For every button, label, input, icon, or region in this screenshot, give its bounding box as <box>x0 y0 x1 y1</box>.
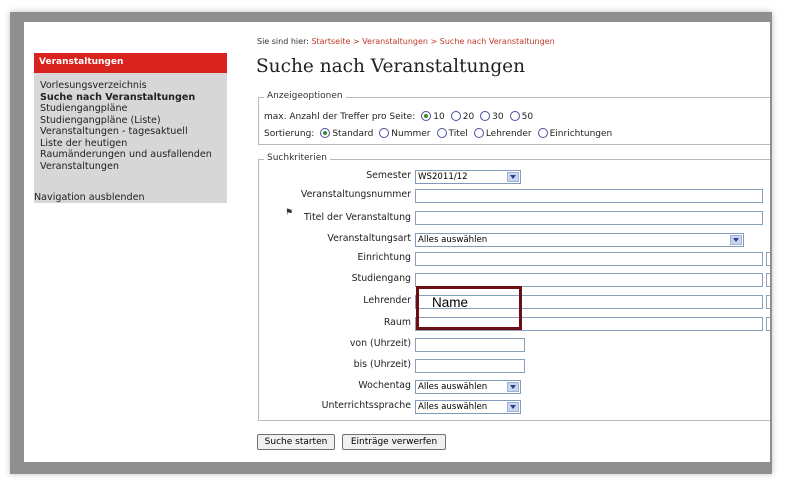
breadcrumb-veranstaltungen[interactable]: Veranstaltungen <box>362 37 428 46</box>
sidebar-item-raumaenderungen-1[interactable]: Liste der heutigen <box>40 138 226 150</box>
breadcrumb-suche[interactable]: Suche nach Veranstaltungen <box>440 37 555 46</box>
display-options-legend: Anzeigeoptionen <box>264 91 346 101</box>
language-value: Alles auswählen <box>418 402 488 412</box>
sort-option-lehrender: Lehrender <box>485 129 532 139</box>
hits-radio-10[interactable] <box>421 111 432 121</box>
program-input[interactable] <box>415 273 763 287</box>
program-picker-button[interactable] <box>766 273 770 287</box>
sort-radio-nummer[interactable] <box>379 128 390 138</box>
name-annotation-box: Name <box>416 286 522 330</box>
number-input[interactable] <box>415 189 763 203</box>
institution-label: Einrichtung <box>357 252 411 263</box>
sort-radio-lehrender[interactable] <box>473 128 484 138</box>
search-button[interactable]: Suche starten <box>257 434 335 450</box>
program-label: Studiengang <box>351 273 411 284</box>
sidebar-item-tagesaktuell[interactable]: Veranstaltungen - tagesaktuell <box>40 126 226 138</box>
institution-input[interactable] <box>415 252 763 266</box>
sort-option-einrichtungen: Einrichtungen <box>549 129 613 139</box>
type-label: Veranstaltungsart <box>327 233 411 244</box>
sort-row: Sortierung: Standard Nummer Titel Lehrender E… <box>264 128 612 139</box>
chevron-down-icon <box>730 235 742 245</box>
breadcrumb-prefix: Sie sind hier: <box>257 37 309 46</box>
sidebar-item-vorlesungsverzeichnis[interactable]: Vorlesungsverzeichnis <box>40 80 226 92</box>
chevron-down-icon <box>507 402 519 412</box>
room-picker-button[interactable] <box>766 317 770 331</box>
language-label: Unterrichtssprache <box>321 400 411 411</box>
semester-value: WS2011/12 <box>418 172 468 182</box>
to-time-label: bis (Uhrzeit) <box>353 359 411 370</box>
sort-label: Sortierung: <box>264 129 315 139</box>
hits-radio-50[interactable] <box>509 111 520 121</box>
sidebar-header[interactable]: Veranstaltungen <box>34 53 227 73</box>
hits-option-30: 30 <box>492 112 504 122</box>
page-title: Suche nach Veranstaltungen <box>256 56 526 77</box>
weekday-select[interactable]: Alles auswählen <box>415 380 521 394</box>
name-annotation-text: Name <box>432 295 469 310</box>
hits-radio-30[interactable] <box>480 111 491 121</box>
hits-radio-20[interactable] <box>450 111 461 121</box>
from-time-label: von (Uhrzeit) <box>349 338 411 349</box>
from-time-input[interactable] <box>415 338 525 352</box>
lecturer-picker-button[interactable] <box>766 295 770 309</box>
semester-select[interactable]: WS2011/12 <box>415 170 521 184</box>
sidebar-item-raumaenderungen-3[interactable]: Veranstaltungen <box>40 161 226 173</box>
sort-radio-einrichtungen[interactable] <box>537 128 548 138</box>
chevron-down-icon <box>507 382 519 392</box>
breadcrumb-sep-1: > <box>352 37 360 46</box>
hits-option-50: 50 <box>521 112 534 122</box>
semester-label: Semester <box>366 170 411 181</box>
sort-radio-standard[interactable] <box>320 128 331 138</box>
hits-option-20: 20 <box>462 112 475 122</box>
sidebar-item-studiengangplaene[interactable]: Studiengangpläne <box>40 103 226 115</box>
lecturer-label: Lehrender <box>363 295 411 306</box>
sidebar-item-suche[interactable]: Suche nach Veranstaltungen <box>40 92 226 104</box>
breadcrumb-sep-2: > <box>430 37 438 46</box>
sort-option-titel: Titel <box>448 129 468 139</box>
title-input[interactable] <box>415 211 763 225</box>
language-select[interactable]: Alles auswählen <box>415 400 521 414</box>
weekday-label: Wochentag <box>358 380 411 391</box>
sort-option-nummer: Nummer <box>391 129 431 139</box>
room-label: Raum <box>383 317 411 328</box>
type-value: Alles auswählen <box>418 235 488 245</box>
type-select[interactable]: Alles auswählen <box>415 233 744 247</box>
sidebar: Veranstaltungen Vorlesungsverzeichnis Su… <box>34 53 227 203</box>
breadcrumb: Sie sind hier: Startseite > Veranstaltun… <box>257 37 555 46</box>
sidebar-item-studiengangplaene-liste[interactable]: Studiengangpläne (Liste) <box>40 115 226 127</box>
hits-row: max. Anzahl der Treffer pro Seite: 10 20 30… <box>264 111 533 122</box>
sidebar-item-raumaenderungen-2[interactable]: Raumänderungen und ausfallenden <box>40 149 226 161</box>
title-label: Titel der Veranstaltung <box>303 212 411 223</box>
browser-page: Veranstaltungen Vorlesungsverzeichnis Su… <box>24 22 770 462</box>
chevron-down-icon <box>507 172 519 182</box>
sort-radio-titel[interactable] <box>436 128 447 138</box>
to-time-input[interactable] <box>415 359 525 373</box>
criteria-legend: Suchkriterien <box>264 153 330 163</box>
hits-label: max. Anzahl der Treffer pro Seite: <box>264 112 416 122</box>
number-label: Veranstaltungsnummer <box>300 189 411 200</box>
hide-navigation-link[interactable]: Navigation ausblenden <box>34 192 145 203</box>
weekday-value: Alles auswählen <box>418 382 488 392</box>
sort-option-standard: Standard <box>332 129 374 139</box>
reset-button[interactable]: Einträge verwerfen <box>342 434 446 450</box>
sidebar-list: Vorlesungsverzeichnis Suche nach Veranst… <box>40 80 226 172</box>
hits-option-10: 10 <box>433 112 445 122</box>
institution-picker-button[interactable] <box>766 252 770 266</box>
breadcrumb-startseite[interactable]: Startseite <box>311 37 350 46</box>
